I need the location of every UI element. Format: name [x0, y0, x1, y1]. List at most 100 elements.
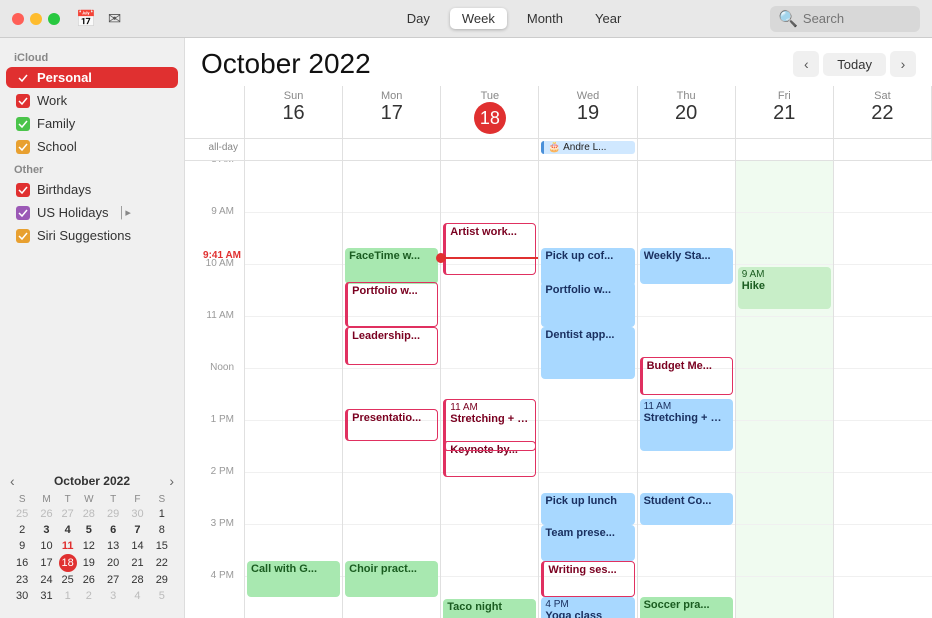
minimize-button[interactable] — [30, 13, 42, 25]
time-column: 8 AM 9 AM 10 AM 11 AM Noon 1 PM 2 PM 3 P… — [185, 161, 245, 618]
day-header-fri[interactable]: Fri 21 — [736, 86, 834, 138]
time-1pm: 1 PM — [211, 414, 240, 425]
day-col-tue[interactable]: Artist work...Keynote by...Taco night11 … — [441, 161, 539, 618]
year-view-button[interactable]: Year — [583, 8, 633, 29]
titlebar: 📅 ✉ Day Week Month Year 🔍 — [0, 0, 932, 38]
event-19[interactable]: Soccer pra... — [640, 597, 733, 618]
day-col-fri[interactable]: 9 AMHikeCall with Lu... — [736, 161, 834, 618]
event-16[interactable]: Budget Me... — [640, 357, 733, 395]
event-2[interactable]: Leadership... — [345, 327, 438, 365]
cal-header: October 2022 ‹ Today › — [185, 38, 932, 86]
event-9[interactable]: Portfolio w... — [541, 282, 634, 327]
icloud-label: iCloud — [0, 46, 184, 66]
allday-wed[interactable]: 🎂 Andre L... — [539, 139, 637, 160]
mini-cal-next[interactable]: › — [169, 473, 174, 489]
calendar-icon[interactable]: 📅 — [76, 9, 96, 29]
event-14[interactable]: 4 PMYoga class — [541, 597, 634, 618]
search-box[interactable]: 🔍 — [770, 6, 920, 32]
event-22[interactable]: 9 AMHike — [738, 267, 831, 309]
allday-label: all-day — [185, 139, 245, 160]
week-view-button[interactable]: Week — [450, 8, 507, 29]
allday-tue — [441, 139, 539, 160]
current-time-label: 9:41 AM — [203, 250, 241, 261]
day-header-thu[interactable]: Thu 20 — [638, 86, 736, 138]
personal-label: Personal — [37, 70, 92, 85]
time-grid: 8 AM 9 AM 10 AM 11 AM Noon 1 PM 2 PM 3 P… — [185, 161, 932, 618]
family-label: Family — [37, 116, 75, 131]
search-input[interactable] — [803, 11, 912, 26]
day-header-mon[interactable]: Mon 17 — [343, 86, 441, 138]
day-col-thu[interactable]: Weekly Sta... Budget Me... 11 AMStretching… — [638, 161, 736, 618]
prev-week-button[interactable]: ‹ — [793, 51, 819, 77]
event-18[interactable]: Student Co... — [640, 493, 733, 525]
day-header-sat[interactable]: Sat 22 — [834, 86, 932, 138]
sidebar-item-birthdays[interactable]: Birthdays — [6, 179, 178, 200]
allday-sat — [834, 139, 932, 160]
day-col-sat[interactable] — [834, 161, 932, 618]
stream-icon: │▸ — [119, 206, 131, 219]
school-checkbox — [16, 140, 30, 154]
event-15[interactable]: Weekly Sta... — [640, 248, 733, 284]
us-holidays-label: US Holidays — [37, 205, 109, 220]
current-time-line — [441, 257, 538, 259]
time-2pm: 2 PM — [211, 466, 240, 477]
day-header-sun[interactable]: Sun 16 — [245, 86, 343, 138]
work-checkbox — [16, 94, 30, 108]
day-col-wed[interactable]: Pick up cof...Portfolio w...Dentist app.… — [539, 161, 637, 618]
event-8[interactable]: Pick up cof... — [541, 248, 634, 286]
sidebar-item-us-holidays[interactable]: US Holidays │▸ — [6, 202, 178, 223]
sidebar-item-work[interactable]: Work — [6, 90, 178, 111]
allday-mon — [343, 139, 441, 160]
event-11[interactable]: Pick up lunch — [541, 493, 634, 525]
event-0[interactable]: FaceTime w... — [345, 248, 438, 284]
mini-cal-prev[interactable]: ‹ — [10, 473, 15, 489]
allday-event-andre[interactable]: 🎂 Andre L... — [541, 141, 634, 154]
day-header-wed[interactable]: Wed 19 — [539, 86, 637, 138]
today-button[interactable]: Today — [823, 53, 886, 76]
header-spacer — [185, 86, 245, 138]
birthdays-checkbox — [16, 183, 30, 197]
event-24[interactable]: Call with G... — [247, 561, 340, 597]
event-13[interactable]: Writing ses... — [541, 561, 634, 597]
sidebar-item-personal[interactable]: Personal — [6, 67, 178, 88]
calendar-content: October 2022 ‹ Today › Sun 16 Mon 17 — [185, 38, 932, 618]
next-week-button[interactable]: › — [890, 51, 916, 77]
event-5[interactable]: Artist work... — [443, 223, 536, 275]
sidebar: iCloud Personal Work Family School Oth — [0, 38, 185, 618]
time-noon: Noon — [210, 362, 240, 373]
mini-cal-title: October 2022 — [54, 474, 130, 488]
event-12[interactable]: Team prese... — [541, 525, 634, 561]
month-view-button[interactable]: Month — [515, 8, 575, 29]
fullscreen-button[interactable] — [48, 13, 60, 25]
event-3[interactable]: Presentatio... — [345, 409, 438, 441]
time-8am: 8 AM — [211, 161, 240, 165]
time-9am: 9 AM — [211, 206, 240, 217]
school-label: School — [37, 139, 77, 154]
day-headers: Sun 16 Mon 17 Tue 18 Wed 19 Thu 20 — [185, 86, 932, 139]
time-11am: 11 AM — [206, 310, 240, 321]
event-1[interactable]: Portfolio w... — [345, 282, 438, 327]
day-view-button[interactable]: Day — [395, 8, 442, 29]
inbox-icon[interactable]: ✉ — [108, 9, 121, 29]
sidebar-item-school[interactable]: School — [6, 136, 178, 157]
other-label: Other — [0, 158, 184, 178]
birthdays-label: Birthdays — [37, 182, 91, 197]
close-button[interactable] — [12, 13, 24, 25]
event-21[interactable]: 11 AMStretching + weights — [443, 399, 536, 451]
day-col-sun[interactable]: Call with G... — [245, 161, 343, 618]
family-checkbox — [16, 117, 30, 131]
event-7[interactable]: Taco night — [443, 599, 536, 618]
week-grid: Sun 16 Mon 17 Tue 18 Wed 19 Thu 20 — [185, 86, 932, 618]
sidebar-item-family[interactable]: Family — [6, 113, 178, 134]
siri-label: Siri Suggestions — [37, 228, 131, 243]
allday-sun — [245, 139, 343, 160]
day-col-mon[interactable]: FaceTime w...Portfolio w...Leadership...… — [343, 161, 441, 618]
sidebar-item-siri[interactable]: Siri Suggestions — [6, 225, 178, 246]
event-10[interactable]: Dentist app... — [541, 327, 634, 379]
time-3pm: 3 PM — [211, 518, 240, 529]
event-17[interactable]: 11 AMStretching + weights — [640, 399, 733, 451]
cal-nav: ‹ Today › — [793, 51, 916, 77]
search-icon: 🔍 — [778, 9, 798, 29]
day-header-tue[interactable]: Tue 18 — [441, 86, 539, 138]
event-4[interactable]: Choir pract... — [345, 561, 438, 597]
